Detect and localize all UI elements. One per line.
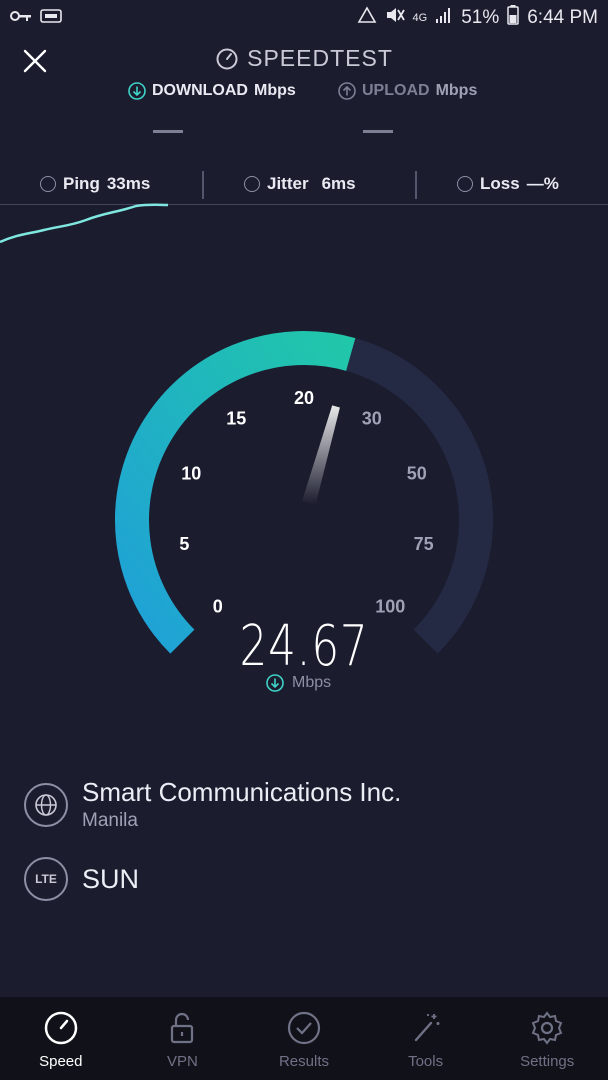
nav-settings-label: Settings	[520, 1053, 575, 1070]
isp-text: Smart Communications Inc. Manila	[82, 777, 401, 832]
stat-divider	[415, 171, 417, 199]
current-speed-unit: Mbps	[266, 674, 331, 692]
checkmark-icon	[287, 1011, 321, 1045]
lte-badge-icon: LTE	[24, 857, 68, 901]
nav-tools[interactable]: Tools	[365, 997, 487, 1080]
mute-icon	[385, 6, 405, 30]
status-left	[10, 7, 62, 29]
speed-unit-label: Mbps	[292, 674, 332, 691]
gauge-needle	[302, 405, 340, 505]
download-label: DOWNLOAD	[152, 82, 248, 99]
ping-label: Ping	[63, 174, 100, 193]
cast-icon	[40, 7, 62, 29]
key-icon	[10, 7, 32, 29]
recycle-icon	[357, 6, 377, 30]
battery-icon	[507, 5, 519, 31]
loss-label: Loss	[480, 174, 520, 193]
ping-graph-line	[0, 203, 169, 244]
nav-results-label: Results	[278, 1053, 329, 1070]
lock-icon	[171, 1012, 194, 1044]
status-right: 4G 51% 6:44 PM	[357, 5, 598, 31]
upload-value-placeholder	[363, 130, 393, 133]
upload-label: UPLOAD	[362, 82, 430, 99]
carrier-info[interactable]: LTE SUN	[24, 857, 139, 901]
nav-speed[interactable]: Speed	[0, 997, 122, 1080]
nav-settings[interactable]: Settings	[486, 997, 608, 1080]
loss-stat: Loss —%	[457, 174, 559, 194]
speedtest-logo-icon	[216, 48, 238, 69]
jitter-label: Jitter	[267, 174, 309, 193]
download-value-placeholder	[153, 130, 183, 133]
upload-arrow-icon	[338, 82, 356, 100]
speedometer-icon	[44, 1011, 78, 1045]
upload-header: UPLOAD Mbps	[338, 82, 477, 100]
isp-location: Manila	[82, 810, 138, 831]
current-speed-value: 24.67	[239, 614, 369, 679]
loss-value: —%	[526, 174, 559, 193]
download-unit: Mbps	[253, 82, 296, 99]
nav-vpn-label: VPN	[166, 1053, 198, 1070]
download-arrow-icon	[128, 82, 146, 100]
gauge-tick-label: 20	[294, 388, 314, 408]
download-arrow-icon	[266, 674, 284, 692]
ping-icon	[40, 176, 56, 192]
jitter-icon	[244, 176, 260, 192]
ping-value: 33ms	[106, 174, 151, 193]
gauge-tick-label: 50	[407, 463, 427, 483]
jitter-stat: Jitter 6ms	[244, 174, 356, 194]
network-type: 4G	[412, 12, 428, 24]
gauge-tick-label: 30	[362, 409, 382, 429]
app-title-text: SPEEDTEST	[247, 45, 393, 71]
status-bar: 4G 51% 6:44 PM	[0, 0, 608, 36]
carrier-name: SUN	[82, 863, 140, 894]
gear-icon	[531, 1011, 563, 1045]
download-header: DOWNLOAD Mbps	[128, 82, 296, 100]
gauge-tick-label: 10	[181, 463, 201, 483]
app-title: SPEEDTEST	[0, 45, 608, 72]
gauge-tick-label: 5	[179, 534, 189, 554]
isp-name: Smart Communications Inc.	[82, 777, 402, 807]
nav-vpn[interactable]: VPN	[122, 997, 244, 1080]
stat-divider	[202, 171, 204, 199]
ping-stat: Ping 33ms	[40, 174, 150, 194]
nav-tools-label: Tools	[408, 1053, 444, 1070]
clock: 6:44 PM	[527, 7, 598, 28]
battery-percent: 51%	[461, 7, 500, 28]
signal-icon	[435, 6, 453, 30]
globe-icon	[24, 782, 68, 827]
isp-info[interactable]: Smart Communications Inc. Manila	[24, 777, 401, 832]
magic-wand-icon	[414, 1014, 440, 1042]
gauge-tick-label: 15	[226, 409, 246, 429]
gauge-tick-label: 75	[414, 534, 434, 554]
bottom-nav: Speed VPN Results Tools Settings	[0, 997, 608, 1080]
upload-unit: Mbps	[435, 82, 478, 99]
jitter-value: 6ms	[321, 174, 356, 193]
nav-speed-label: Speed	[39, 1053, 83, 1070]
nav-results[interactable]: Results	[243, 997, 365, 1080]
loss-icon	[457, 176, 473, 192]
